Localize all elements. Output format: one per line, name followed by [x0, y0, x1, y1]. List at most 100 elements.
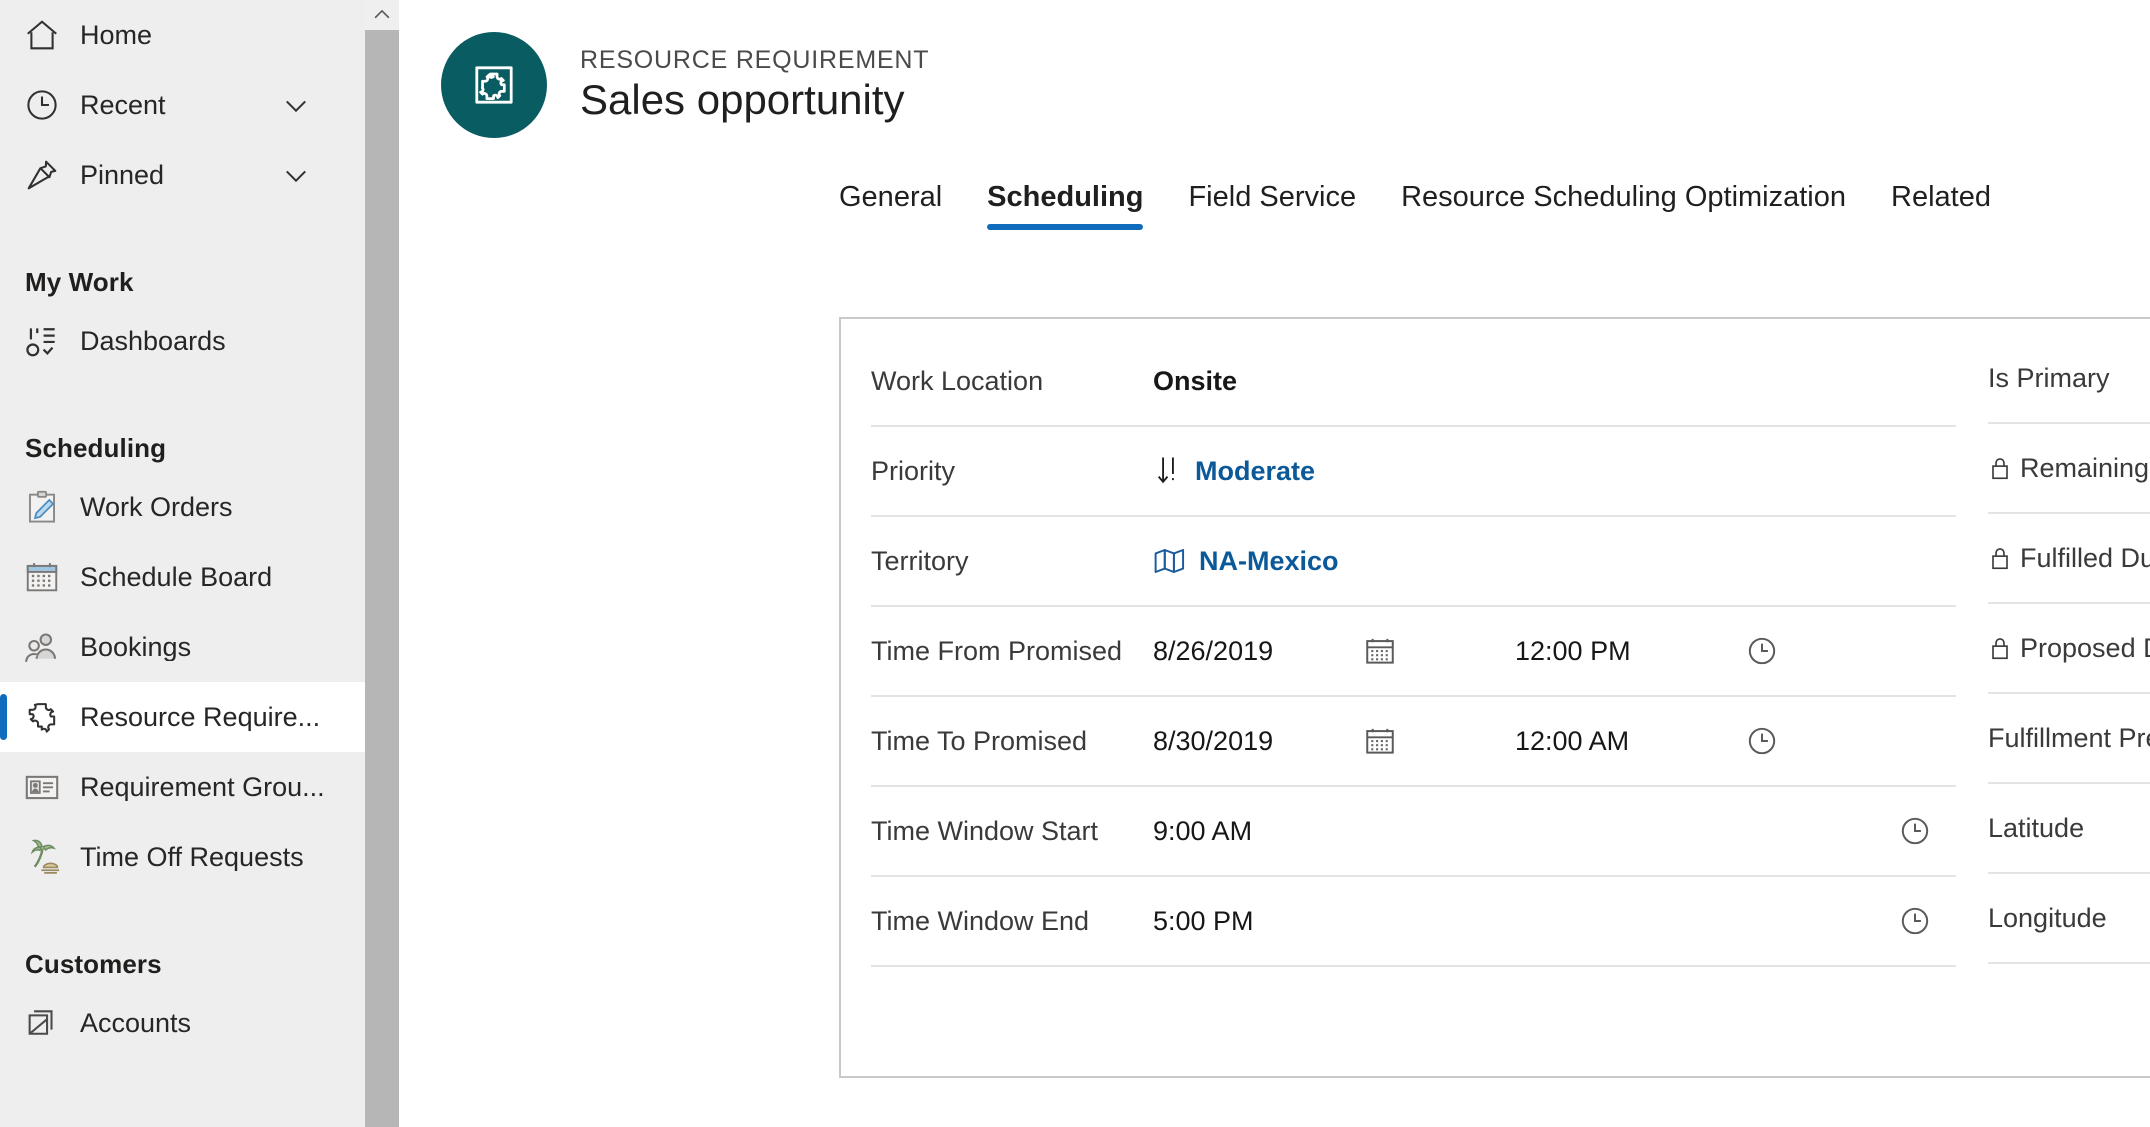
sidebar-item-pinned[interactable]: Pinned [0, 140, 365, 210]
tab-general[interactable]: General [839, 181, 942, 230]
sidebar-item-label: Accounts [80, 1009, 192, 1037]
field-label: Remaining Duration [1988, 453, 2150, 484]
clock-icon [18, 86, 66, 124]
form-column-right-inner: Is Primary No [1988, 334, 2150, 964]
field-label-text: Proposed Duration [2020, 632, 2150, 663]
form-tab-strip: General Scheduling Field Service Resourc… [399, 142, 2150, 230]
sidebar-scrollbar-track[interactable] [365, 0, 399, 1127]
field-label: Is Primary [1988, 362, 2110, 393]
clock-picker-icon[interactable] [1745, 724, 1779, 758]
sitemap-sidebar: Home Recent Pinned My Work Dashboards Sc… [0, 0, 399, 1127]
field-row-time-window-end: Time Window End 5:00 PM [871, 877, 1956, 967]
chevron-down-icon[interactable] [279, 88, 313, 122]
field-label: Territory [871, 545, 969, 576]
field-label: Time From Promised [871, 635, 1123, 666]
field-row-latitude: Latitude --- [1988, 784, 2150, 874]
lock-icon [1988, 544, 2012, 572]
dashboards-icon [18, 322, 66, 360]
page-title: Sales opportunity [580, 76, 905, 124]
field-value-work-location[interactable]: Onsite [1153, 366, 1237, 397]
calendar-picker-icon[interactable] [1363, 724, 1483, 758]
sidebar-item-time-off-requests[interactable]: Time Off Requests [0, 822, 365, 892]
field-label: Time Window Start [871, 815, 1099, 846]
active-tab-underline [987, 224, 1144, 230]
sidebar-scrollbar-thumb[interactable] [365, 30, 399, 1127]
lock-icon [1988, 634, 2012, 662]
form-column-right: Is Primary No [1956, 337, 2150, 1076]
map-icon [1153, 546, 1187, 576]
record-header: RESOURCE REQUIREMENT Sales opportunity [399, 0, 2150, 138]
field-value-date[interactable]: 8/26/2019 [1153, 636, 1363, 667]
chevron-up-icon[interactable] [365, 0, 399, 30]
sidebar-item-home[interactable]: Home [0, 0, 365, 70]
field-label-text: Remaining Duration [2020, 452, 2150, 483]
calendar-picker-icon[interactable] [1363, 634, 1483, 668]
tab-scheduling[interactable]: Scheduling [987, 181, 1144, 230]
chevron-down-icon[interactable] [279, 158, 313, 192]
main-content: RESOURCE REQUIREMENT Sales opportunity G… [399, 0, 2150, 1127]
sidebar-item-dashboards[interactable]: Dashboards [0, 306, 365, 376]
field-label: Longitude [1988, 902, 2107, 933]
field-value-time[interactable]: 12:00 AM [1515, 726, 1745, 757]
field-value-time[interactable]: 9:00 AM [1153, 816, 1363, 847]
sidebar-group-title-scheduling: Scheduling [25, 433, 167, 463]
field-row-work-location: Work Location Onsite [871, 337, 1956, 427]
tab-related[interactable]: Related [1891, 181, 1991, 230]
requirement-group-icon [18, 768, 66, 806]
palm-tree-icon [18, 838, 66, 876]
field-label: Work Location [871, 365, 1044, 396]
resource-requirement-icon [470, 61, 518, 109]
sidebar-item-accounts[interactable]: Accounts [0, 988, 365, 1058]
clock-picker-icon[interactable] [1898, 814, 1932, 848]
selected-indicator [0, 694, 7, 740]
clock-picker-icon[interactable] [1898, 904, 1932, 938]
tab-label: Related [1891, 181, 1991, 213]
field-label: Proposed Duration [1988, 633, 2150, 664]
calendar-icon [18, 558, 66, 596]
accounts-icon [18, 1004, 66, 1042]
app-root: Home Recent Pinned My Work Dashboards Sc… [0, 0, 2150, 1127]
sidebar-item-label: Resource Require... [80, 703, 321, 731]
field-label: Time To Promised [871, 725, 1088, 756]
sidebar-item-label: Time Off Requests [80, 843, 304, 871]
field-value-territory[interactable]: NA-Mexico [1153, 546, 1339, 577]
field-row-priority: Priority Moderate [871, 427, 1956, 517]
field-row-fulfillment-preference: Fulfillment Preference --- [1988, 694, 2150, 784]
sidebar-item-recent[interactable]: Recent [0, 70, 365, 140]
sidebar-item-label: Requirement Grou... [80, 773, 325, 801]
sidebar-item-requirement-groups[interactable]: Requirement Grou... [0, 752, 365, 822]
field-row-is-primary: Is Primary No [1988, 334, 2150, 424]
clipboard-pencil-icon [18, 488, 66, 526]
field-value-text: Moderate [1195, 455, 1316, 486]
field-value-priority[interactable]: Moderate [1153, 455, 1315, 487]
sidebar-item-bookings[interactable]: Bookings [0, 612, 365, 682]
form-section-container: Work Location Onsite Priority Moderate T… [839, 317, 2150, 1078]
tab-label: Scheduling [987, 181, 1144, 213]
field-value-time[interactable]: 12:00 PM [1515, 636, 1745, 667]
record-avatar [441, 32, 547, 138]
tab-resource-scheduling-optimization[interactable]: Resource Scheduling Optimization [1401, 181, 1846, 230]
clock-picker-icon[interactable] [1745, 634, 1779, 668]
field-label: Time Window End [871, 905, 1090, 936]
tab-field-service[interactable]: Field Service [1188, 181, 1356, 230]
priority-arrow-icon [1153, 455, 1183, 487]
sidebar-item-resource-requirements[interactable]: Resource Require... [0, 682, 365, 752]
field-row-time-to-promised: Time To Promised 8/30/2019 12:00 AM [871, 697, 1956, 787]
sidebar-item-work-orders[interactable]: Work Orders [0, 472, 365, 542]
home-icon [18, 16, 66, 54]
entity-name-label: RESOURCE REQUIREMENT [580, 45, 930, 74]
sidebar-item-schedule-board[interactable]: Schedule Board [0, 542, 365, 612]
field-value-date[interactable]: 8/30/2019 [1153, 726, 1363, 757]
tab-label: Resource Scheduling Optimization [1401, 181, 1846, 213]
sidebar-item-label: Work Orders [80, 493, 233, 521]
field-row-longitude: Longitude --- [1988, 874, 2150, 964]
field-row-time-from-promised: Time From Promised 8/26/2019 12:00 PM [871, 607, 1956, 697]
field-value-time[interactable]: 5:00 PM [1153, 906, 1363, 937]
sidebar-item-label: Bookings [80, 633, 192, 661]
tab-label: General [839, 181, 943, 213]
field-row-proposed-duration: Proposed Duration 0 minutes [1988, 604, 2150, 694]
field-label: Latitude [1988, 812, 2085, 843]
